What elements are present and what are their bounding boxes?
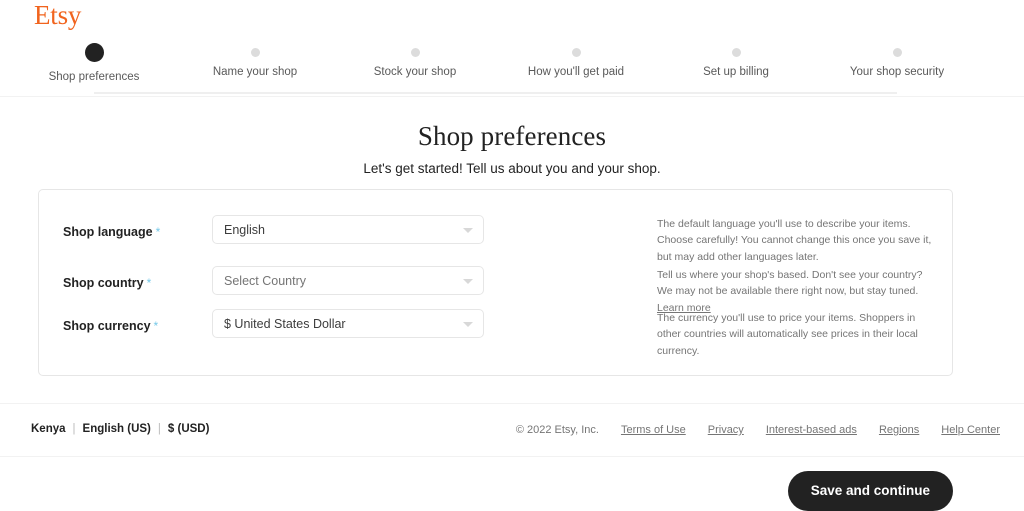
action-bar: Save and continue — [0, 456, 1024, 511]
page-subtitle: Let's get started! Tell us about you and… — [363, 161, 661, 176]
stepper-step-label: Your shop security — [849, 66, 945, 78]
locale-selector[interactable]: Kenya | English (US) | $ (USD) — [31, 423, 209, 435]
shop-country-helper: Tell us where your shop's based. Don't s… — [657, 267, 932, 316]
helper-text: Tell us where your shop's based. Don't s… — [657, 269, 923, 298]
shop-country-value: Select Country — [224, 274, 306, 288]
shop-language-label: Shop language * — [63, 225, 160, 239]
stepper-step-stock-your-shop[interactable]: Stock your shop — [335, 40, 495, 78]
onboarding-stepper: Shop preferences Name your shop Stock yo… — [0, 40, 1024, 94]
stepper-step-shop-preferences[interactable]: Shop preferences — [14, 40, 174, 83]
save-and-continue-button[interactable]: Save and continue — [787, 471, 953, 511]
page-title: Shop preferences — [417, 121, 607, 151]
required-asterisk: * — [155, 225, 161, 239]
chevron-down-icon — [463, 322, 473, 327]
copyright-text: © 2022 Etsy, Inc. — [515, 424, 599, 436]
stepper-step-your-shop-security[interactable]: Your shop security — [817, 40, 977, 78]
stepper-step-name-your-shop[interactable]: Name your shop — [175, 40, 335, 78]
stepper-step-label: Shop preferences — [48, 71, 140, 83]
shop-language-helper: The default language you'll use to descr… — [657, 216, 932, 265]
locale-currency[interactable]: $ (USD) — [168, 423, 210, 435]
chevron-down-icon — [463, 279, 473, 284]
shop-country-select[interactable]: Select Country — [212, 266, 484, 295]
shop-language-value: English — [224, 223, 265, 237]
shop-preferences-card: Shop language * English Shop country * Sel… — [38, 189, 953, 376]
page-header: Etsy Shop preferences Name your shop Sto… — [0, 0, 1024, 97]
locale-separator: | — [72, 423, 76, 435]
shop-currency-select[interactable]: $ United States Dollar — [212, 309, 484, 338]
stepper-step-label: Set up billing — [703, 66, 769, 78]
etsy-logo[interactable]: Etsy — [34, 2, 81, 29]
step-dot-icon — [892, 48, 902, 57]
step-dot-icon — [250, 48, 260, 57]
locale-separator: | — [157, 423, 161, 435]
helper-text: The currency you'll use to price your it… — [657, 312, 918, 357]
shop-currency-helper: The currency you'll use to price your it… — [657, 310, 932, 359]
footer-link-help-center[interactable]: Help Center — [941, 424, 1000, 436]
field-label-text: Shop currency — [63, 319, 151, 333]
step-dot-icon — [410, 48, 420, 57]
field-label-text: Shop country — [63, 276, 144, 290]
stepper-step-set-up-billing[interactable]: Set up billing — [656, 40, 816, 78]
stepper-track — [94, 92, 897, 94]
shop-currency-label: Shop currency * — [63, 319, 158, 333]
step-dot-icon — [84, 43, 104, 62]
footer-links: © 2022 Etsy, Inc. Terms of Use Privacy Inte… — [516, 424, 1000, 436]
step-dot-icon — [571, 48, 581, 57]
step-dot-icon — [731, 48, 741, 57]
shop-country-label: Shop country * — [63, 276, 151, 290]
stepper-step-how-youll-get-paid[interactable]: How you'll get paid — [496, 40, 656, 78]
stepper-step-label: Name your shop — [212, 66, 298, 78]
page-title-block: Shop preferences Let's get started! Tell… — [0, 121, 1024, 176]
page-footer: Kenya | English (US) | $ (USD) © 2022 Etsy, … — [0, 403, 1024, 456]
shop-currency-value: $ United States Dollar — [224, 317, 346, 331]
chevron-down-icon — [463, 228, 473, 233]
stepper-step-label: Stock your shop — [373, 66, 457, 78]
required-asterisk: * — [153, 319, 159, 333]
required-asterisk: * — [146, 276, 152, 290]
helper-text: The default language you'll use to descr… — [657, 218, 932, 263]
field-label-text: Shop language — [63, 225, 153, 239]
footer-link-terms-of-use[interactable]: Terms of Use — [621, 424, 686, 436]
footer-link-interest-based-ads[interactable]: Interest-based ads — [766, 424, 857, 436]
locale-language[interactable]: English (US) — [83, 423, 151, 435]
locale-region[interactable]: Kenya — [31, 423, 66, 435]
footer-link-privacy[interactable]: Privacy — [708, 424, 744, 436]
shop-language-select[interactable]: English — [212, 215, 484, 244]
stepper-step-label: How you'll get paid — [527, 66, 625, 78]
footer-link-regions[interactable]: Regions — [879, 424, 919, 436]
